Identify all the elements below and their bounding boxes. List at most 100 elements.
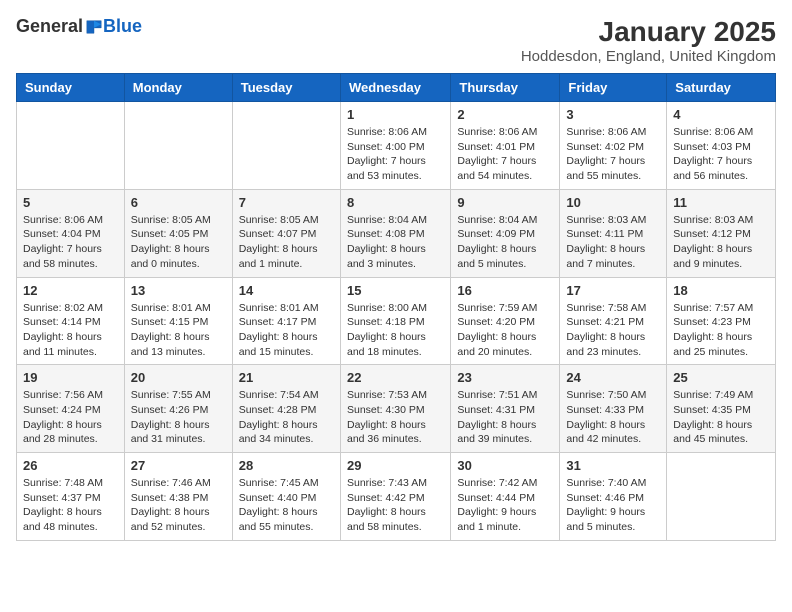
calendar-week-row: 12 Sunrise: 8:02 AM Sunset: 4:14 PM Dayli… <box>17 277 776 365</box>
month-title: January 2025 <box>521 16 776 48</box>
day-info: Sunrise: 8:03 AM Sunset: 4:11 PM Dayligh… <box>566 213 660 272</box>
day-number: 26 <box>23 458 118 473</box>
day-number: 20 <box>131 370 226 385</box>
day-info: Sunrise: 8:03 AM Sunset: 4:12 PM Dayligh… <box>673 213 769 272</box>
day-info: Sunrise: 7:43 AM Sunset: 4:42 PM Dayligh… <box>347 476 444 535</box>
calendar-cell: 15 Sunrise: 8:00 AM Sunset: 4:18 PM Dayli… <box>340 277 450 365</box>
calendar-week-row: 1 Sunrise: 8:06 AM Sunset: 4:00 PM Daylig… <box>17 102 776 190</box>
day-info: Sunrise: 7:48 AM Sunset: 4:37 PM Dayligh… <box>23 476 118 535</box>
day-info: Sunrise: 7:57 AM Sunset: 4:23 PM Dayligh… <box>673 301 769 360</box>
calendar-cell: 9 Sunrise: 8:04 AM Sunset: 4:09 PM Daylig… <box>451 189 560 277</box>
day-info: Sunrise: 7:46 AM Sunset: 4:38 PM Dayligh… <box>131 476 226 535</box>
day-of-week-header: Tuesday <box>232 74 340 102</box>
day-number: 21 <box>239 370 334 385</box>
day-of-week-header: Sunday <box>17 74 125 102</box>
calendar-cell: 8Sunrise: 8:04 AM Sunset: 4:08 PM Daylig… <box>340 189 450 277</box>
calendar-cell: 1 Sunrise: 8:06 AM Sunset: 4:00 PM Daylig… <box>340 102 450 190</box>
calendar-cell: 23Sunrise: 7:51 AM Sunset: 4:31 PM Dayli… <box>451 365 560 453</box>
day-number: 11 <box>673 195 769 210</box>
day-info: Sunrise: 8:06 AM Sunset: 4:04 PM Dayligh… <box>23 213 118 272</box>
day-of-week-header: Wednesday <box>340 74 450 102</box>
day-info: Sunrise: 8:01 AM Sunset: 4:17 PM Dayligh… <box>239 301 334 360</box>
day-number: 29 <box>347 458 444 473</box>
day-number: 1 <box>347 107 444 122</box>
day-info: Sunrise: 7:50 AM Sunset: 4:33 PM Dayligh… <box>566 388 660 447</box>
calendar-cell: 29 Sunrise: 7:43 AM Sunset: 4:42 PM Dayli… <box>340 453 450 541</box>
calendar-cell: 3 Sunrise: 8:06 AM Sunset: 4:02 PM Daylig… <box>560 102 667 190</box>
day-number: 6 <box>131 195 226 210</box>
day-number: 19 <box>23 370 118 385</box>
calendar-cell <box>667 453 776 541</box>
calendar-cell: 2Sunrise: 8:06 AM Sunset: 4:01 PM Daylig… <box>451 102 560 190</box>
logo-flag-icon <box>85 18 103 36</box>
day-number: 9 <box>457 195 553 210</box>
day-of-week-header: Thursday <box>451 74 560 102</box>
day-number: 25 <box>673 370 769 385</box>
calendar-cell: 19 Sunrise: 7:56 AM Sunset: 4:24 PM Dayli… <box>17 365 125 453</box>
calendar-cell: 24 Sunrise: 7:50 AM Sunset: 4:33 PM Dayli… <box>560 365 667 453</box>
day-number: 16 <box>457 283 553 298</box>
day-info: Sunrise: 7:59 AM Sunset: 4:20 PM Dayligh… <box>457 301 553 360</box>
day-info: Sunrise: 8:05 AM Sunset: 4:05 PM Dayligh… <box>131 213 226 272</box>
day-info: Sunrise: 7:54 AM Sunset: 4:28 PM Dayligh… <box>239 388 334 447</box>
day-number: 3 <box>566 107 660 122</box>
day-number: 17 <box>566 283 660 298</box>
day-info: Sunrise: 8:04 AM Sunset: 4:09 PM Dayligh… <box>457 213 553 272</box>
day-info: Sunrise: 8:01 AM Sunset: 4:15 PM Dayligh… <box>131 301 226 360</box>
day-of-week-header: Monday <box>124 74 232 102</box>
calendar-cell: 13Sunrise: 8:01 AM Sunset: 4:15 PM Dayli… <box>124 277 232 365</box>
logo-blue-text: Blue <box>103 16 142 37</box>
calendar-cell: 20 Sunrise: 7:55 AM Sunset: 4:26 PM Dayli… <box>124 365 232 453</box>
day-number: 15 <box>347 283 444 298</box>
day-number: 4 <box>673 107 769 122</box>
calendar-cell: 12 Sunrise: 8:02 AM Sunset: 4:14 PM Dayli… <box>17 277 125 365</box>
calendar-cell: 10 Sunrise: 8:03 AM Sunset: 4:11 PM Dayli… <box>560 189 667 277</box>
calendar-cell: 27 Sunrise: 7:46 AM Sunset: 4:38 PM Dayli… <box>124 453 232 541</box>
day-number: 24 <box>566 370 660 385</box>
day-info: Sunrise: 8:00 AM Sunset: 4:18 PM Dayligh… <box>347 301 444 360</box>
day-info: Sunrise: 7:49 AM Sunset: 4:35 PM Dayligh… <box>673 388 769 447</box>
day-info: Sunrise: 8:06 AM Sunset: 4:01 PM Dayligh… <box>457 125 553 184</box>
page-header: General Blue January 2025 Hoddesdon, Eng… <box>16 16 776 65</box>
day-info: Sunrise: 8:05 AM Sunset: 4:07 PM Dayligh… <box>239 213 334 272</box>
day-info: Sunrise: 7:40 AM Sunset: 4:46 PM Dayligh… <box>566 476 660 535</box>
calendar-cell: 16 Sunrise: 7:59 AM Sunset: 4:20 PM Dayli… <box>451 277 560 365</box>
day-info: Sunrise: 7:45 AM Sunset: 4:40 PM Dayligh… <box>239 476 334 535</box>
day-info: Sunrise: 7:58 AM Sunset: 4:21 PM Dayligh… <box>566 301 660 360</box>
calendar-cell: 5Sunrise: 8:06 AM Sunset: 4:04 PM Daylig… <box>17 189 125 277</box>
calendar-table: SundayMondayTuesdayWednesdayThursdayFrid… <box>16 73 776 541</box>
calendar-cell: 17 Sunrise: 7:58 AM Sunset: 4:21 PM Dayli… <box>560 277 667 365</box>
calendar-cell: 14Sunrise: 8:01 AM Sunset: 4:17 PM Dayli… <box>232 277 340 365</box>
day-number: 12 <box>23 283 118 298</box>
calendar-cell: 4 Sunrise: 8:06 AM Sunset: 4:03 PM Daylig… <box>667 102 776 190</box>
day-info: Sunrise: 8:04 AM Sunset: 4:08 PM Dayligh… <box>347 213 444 272</box>
day-number: 27 <box>131 458 226 473</box>
day-info: Sunrise: 8:06 AM Sunset: 4:03 PM Dayligh… <box>673 125 769 184</box>
calendar-cell: 28 Sunrise: 7:45 AM Sunset: 4:40 PM Dayli… <box>232 453 340 541</box>
calendar-week-row: 26 Sunrise: 7:48 AM Sunset: 4:37 PM Dayli… <box>17 453 776 541</box>
calendar-cell: 11 Sunrise: 8:03 AM Sunset: 4:12 PM Dayli… <box>667 189 776 277</box>
day-info: Sunrise: 7:56 AM Sunset: 4:24 PM Dayligh… <box>23 388 118 447</box>
day-info: Sunrise: 8:06 AM Sunset: 4:00 PM Dayligh… <box>347 125 444 184</box>
day-info: Sunrise: 7:53 AM Sunset: 4:30 PM Dayligh… <box>347 388 444 447</box>
calendar-cell: 26 Sunrise: 7:48 AM Sunset: 4:37 PM Dayli… <box>17 453 125 541</box>
calendar-cell: 7 Sunrise: 8:05 AM Sunset: 4:07 PM Daylig… <box>232 189 340 277</box>
calendar-cell <box>232 102 340 190</box>
calendar-cell: 31 Sunrise: 7:40 AM Sunset: 4:46 PM Dayli… <box>560 453 667 541</box>
calendar-cell <box>124 102 232 190</box>
day-info: Sunrise: 7:55 AM Sunset: 4:26 PM Dayligh… <box>131 388 226 447</box>
day-number: 7 <box>239 195 334 210</box>
day-number: 31 <box>566 458 660 473</box>
calendar-cell: 18 Sunrise: 7:57 AM Sunset: 4:23 PM Dayli… <box>667 277 776 365</box>
day-info: Sunrise: 8:06 AM Sunset: 4:02 PM Dayligh… <box>566 125 660 184</box>
day-number: 28 <box>239 458 334 473</box>
day-of-week-header: Friday <box>560 74 667 102</box>
logo: General Blue <box>16 16 142 37</box>
calendar-cell: 6 Sunrise: 8:05 AM Sunset: 4:05 PM Daylig… <box>124 189 232 277</box>
day-of-week-header: Saturday <box>667 74 776 102</box>
day-number: 18 <box>673 283 769 298</box>
day-number: 10 <box>566 195 660 210</box>
calendar-cell: 22Sunrise: 7:53 AM Sunset: 4:30 PM Dayli… <box>340 365 450 453</box>
day-info: Sunrise: 8:02 AM Sunset: 4:14 PM Dayligh… <box>23 301 118 360</box>
calendar-week-row: 5Sunrise: 8:06 AM Sunset: 4:04 PM Daylig… <box>17 189 776 277</box>
